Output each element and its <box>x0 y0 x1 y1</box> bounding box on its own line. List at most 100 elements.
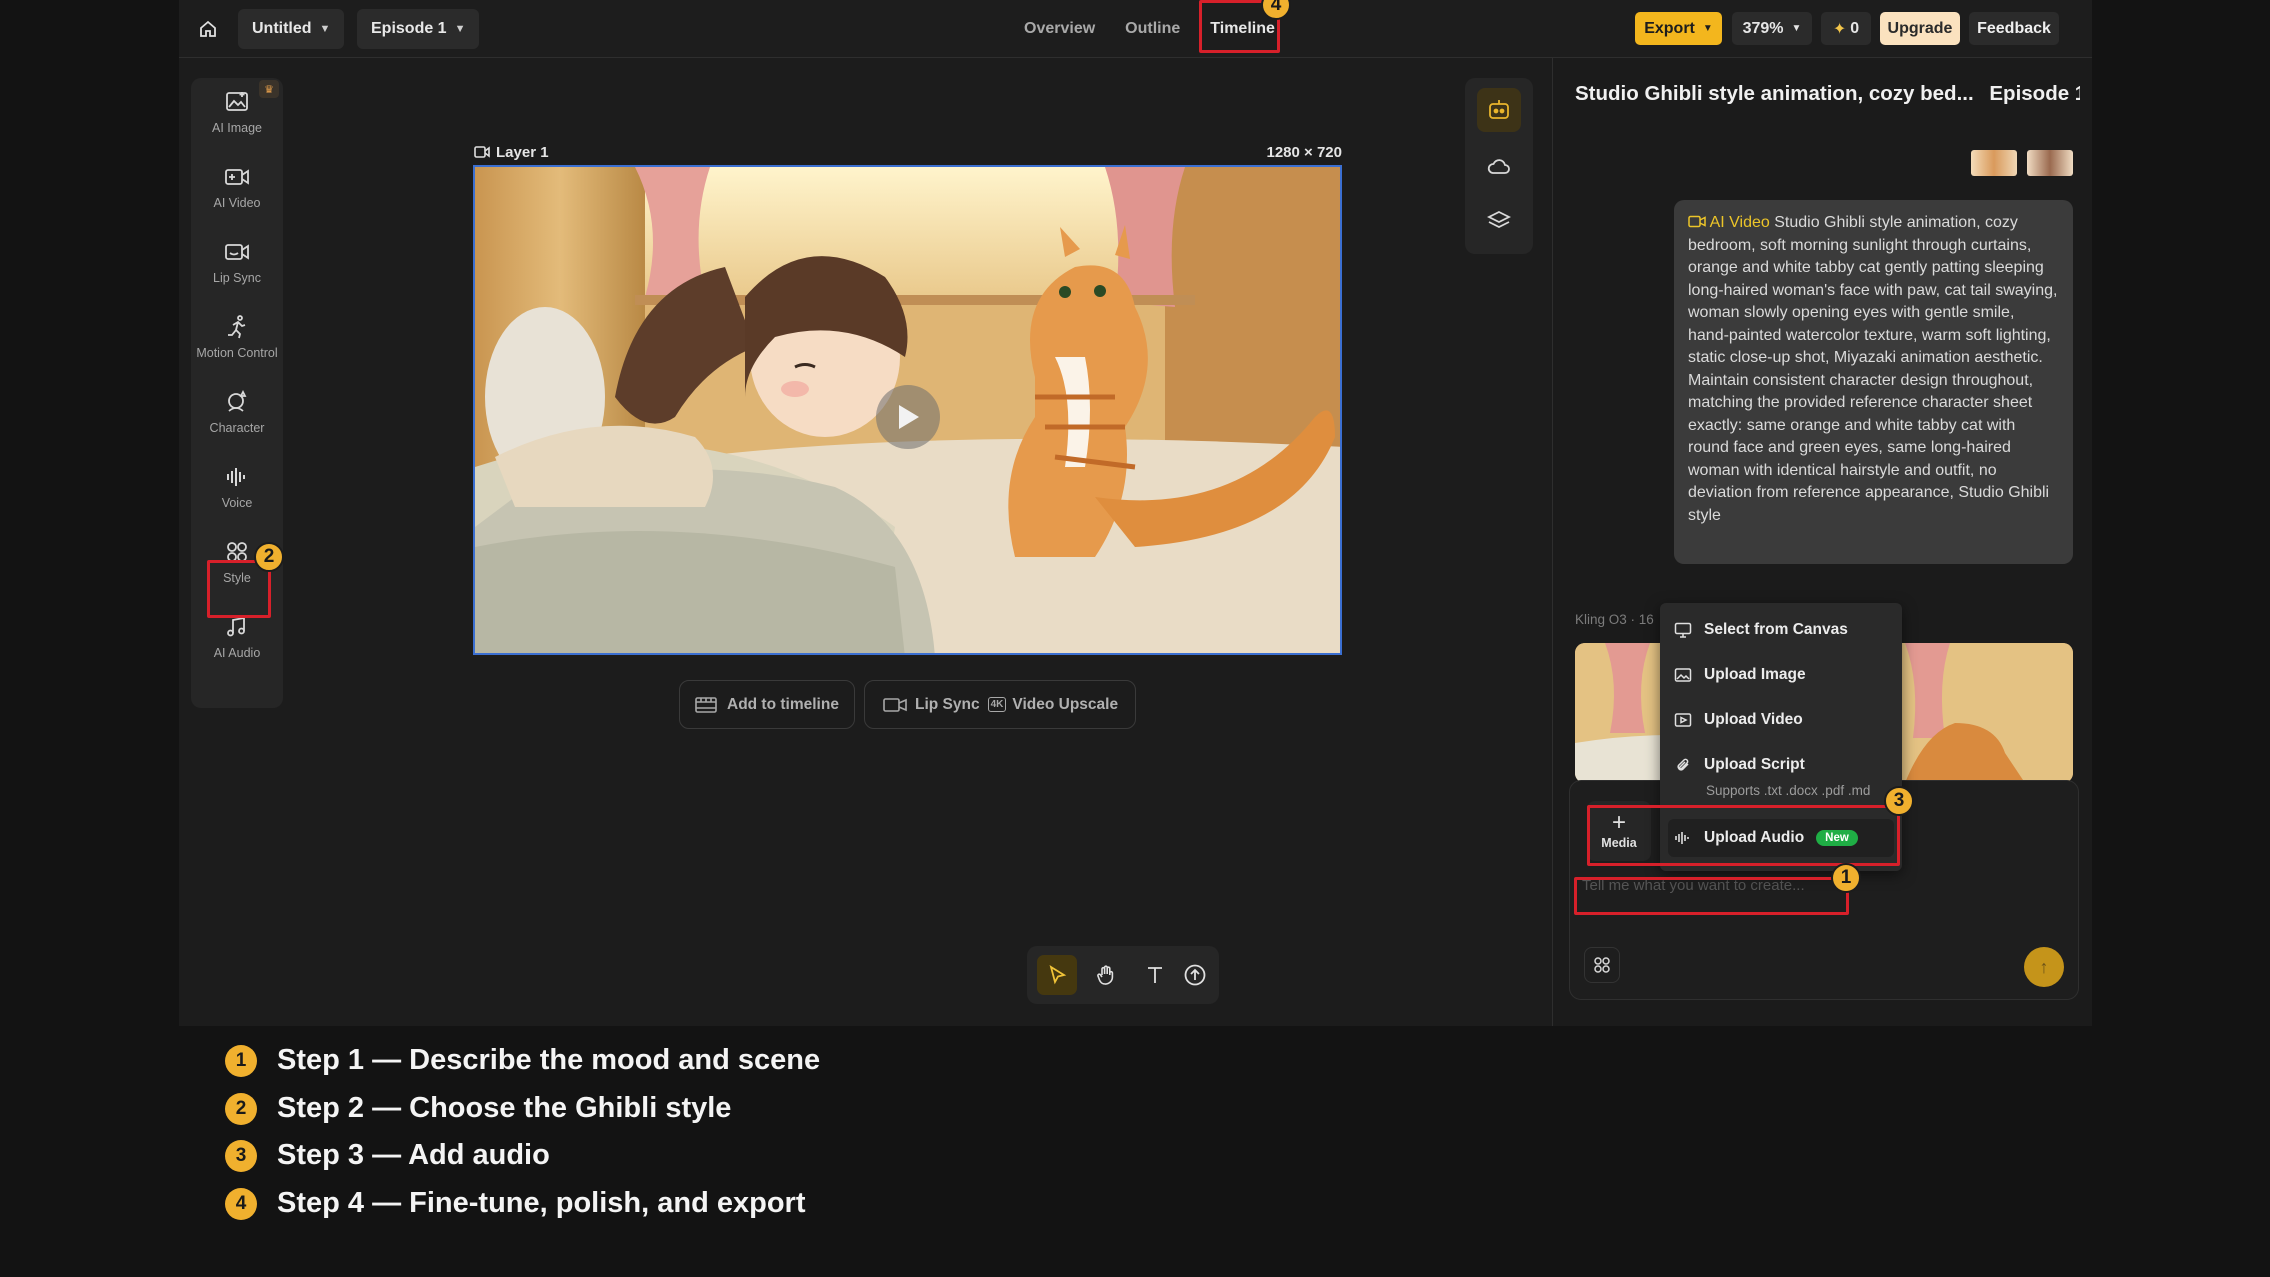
tool-label: Motion Control <box>196 346 278 360</box>
credits-button[interactable]: ✦ 0 <box>1821 12 1871 45</box>
tab-timeline[interactable]: Timeline <box>1195 20 1290 38</box>
audio-upload-icon <box>1675 832 1689 844</box>
tab-outline[interactable]: Outline <box>1110 20 1195 38</box>
cursor-icon <box>1049 965 1067 985</box>
menu-upload-audio[interactable]: Upload Audio New <box>1668 819 1894 857</box>
panel-title: Studio Ghibli style animation, cozy bed.… <box>1575 82 2080 106</box>
video-upscale-label: Video Upscale <box>1012 695 1119 713</box>
video-upscale-button[interactable]: 4K Video Upscale <box>987 695 1119 714</box>
upgrade-button[interactable]: Upgrade <box>1880 12 1960 45</box>
tool-label: AI Audio <box>213 646 261 660</box>
voice-icon <box>227 468 245 486</box>
panel-episode: Episode 1 <box>1989 82 2080 105</box>
tool-label: Voice <box>221 496 253 510</box>
tool-motion-control[interactable]: Motion Control <box>191 303 283 373</box>
cloud-button[interactable] <box>1477 144 1521 188</box>
tool-voice[interactable]: Voice <box>191 453 283 523</box>
play-icon <box>899 405 919 429</box>
lip-sync-button[interactable]: Lip Sync <box>883 696 980 714</box>
tool-ai-video[interactable]: AI Video <box>191 153 283 223</box>
zoom-dropdown[interactable]: 379% ▼ <box>1732 12 1812 45</box>
generation-meta: Kling O3 · 16 <box>1575 612 1654 627</box>
step-caption: 2 Step 2 — Choose the Ghibli style <box>225 1092 731 1125</box>
panel-title-text: Studio Ghibli style animation, cozy bed.… <box>1575 82 1974 105</box>
view-tabs: Overview Outline Timeline <box>1009 0 1290 58</box>
step-badge-3: 3 <box>1884 786 1914 816</box>
video-frame[interactable] <box>473 165 1342 655</box>
tool-label: Character <box>209 421 265 435</box>
hand-tool[interactable] <box>1086 955 1126 995</box>
tool-label: AI Image <box>211 121 263 135</box>
text-icon <box>1148 967 1162 983</box>
project-dropdown[interactable]: Untitled ▼ <box>238 9 345 49</box>
style-picker-button[interactable] <box>1584 947 1620 983</box>
hand-icon <box>1097 965 1114 985</box>
tab-overview[interactable]: Overview <box>1009 20 1110 38</box>
lip-sync-icon <box>225 244 249 260</box>
step-number: 4 <box>225 1187 257 1220</box>
tool-label: Lip Sync <box>213 271 261 285</box>
top-bar: Untitled ▼ Episode 1 ▼ Overview Outline … <box>179 0 2092 58</box>
tool-ai-audio[interactable]: AI Audio <box>191 603 283 673</box>
prompt-message: AI Video Studio Ghibli style animation, … <box>1674 200 2073 564</box>
layers-button[interactable] <box>1477 198 1521 242</box>
text-tool[interactable] <box>1135 955 1175 995</box>
video-upload-icon <box>1674 713 1692 727</box>
step-text: Step 4 — Fine-tune, polish, and export <box>277 1187 806 1219</box>
plus-icon: + <box>1611 808 1626 836</box>
tool-character[interactable]: Character <box>191 378 283 448</box>
add-to-timeline-button[interactable]: Add to timeline <box>679 680 855 729</box>
monitor-icon <box>1674 622 1692 638</box>
sparkle-icon: ✦ <box>1832 20 1847 38</box>
menu-upload-video[interactable]: Upload Video <box>1674 707 1803 733</box>
agent-button[interactable] <box>1477 88 1521 132</box>
feedback-button[interactable]: Feedback <box>1969 12 2059 45</box>
menu-item-label: Upload Script <box>1704 756 1805 773</box>
reference-thumbnail[interactable] <box>1971 150 2017 176</box>
menu-item-label: Upload Audio <box>1704 829 1805 846</box>
style-icon <box>227 542 247 562</box>
step-text: Step 3 — Add audio <box>277 1139 550 1171</box>
ai-audio-icon <box>227 616 245 637</box>
menu-select-from-canvas[interactable]: Select from Canvas <box>1674 617 1848 643</box>
tool-sidebar: ♛ AI Image AI Video Lip Sync Motion Cont… <box>191 78 283 708</box>
motion-control-icon <box>228 315 246 339</box>
ai-image-icon <box>226 92 248 111</box>
character-icon <box>228 389 247 412</box>
zoom-value: 379% <box>1742 19 1784 37</box>
home-icon[interactable] <box>193 14 223 44</box>
media-button[interactable]: + Media <box>1587 801 1651 861</box>
step-number: 3 <box>225 1139 257 1172</box>
robot-icon <box>1489 100 1509 119</box>
play-button[interactable] <box>876 385 940 449</box>
4k-icon: 4K <box>987 697 1007 712</box>
reference-thumbnail[interactable] <box>2027 150 2073 176</box>
layers-icon <box>1487 210 1511 229</box>
reference-thumbnails <box>1971 150 2073 176</box>
lip-sync-label: Lip Sync <box>915 695 980 713</box>
canvas-side-tools <box>1465 78 1533 254</box>
canvas-bottom-toolbar <box>1027 946 1219 1004</box>
select-tool[interactable] <box>1037 955 1077 995</box>
episode-dropdown[interactable]: Episode 1 ▼ <box>357 9 480 49</box>
ai-video-icon <box>1688 215 1706 228</box>
menu-upload-image[interactable]: Upload Image <box>1674 662 1806 688</box>
arrow-up-icon: ↑ <box>2039 956 2049 977</box>
menu-item-label: Select from Canvas <box>1704 621 1848 638</box>
upload-tool[interactable] <box>1175 955 1215 995</box>
tool-lip-sync[interactable]: Lip Sync <box>191 228 283 298</box>
cloud-icon <box>1487 159 1510 174</box>
style-icon <box>1594 957 1610 973</box>
send-button[interactable]: ↑ <box>2024 947 2064 987</box>
script-format-hint: Supports .txt .docx .pdf .md <box>1706 783 1871 798</box>
menu-upload-script[interactable]: Upload Script <box>1674 752 1805 778</box>
upload-circle-icon <box>1184 964 1206 986</box>
layer-header: Layer 1 1280 × 720 <box>474 142 1342 162</box>
prompt-input[interactable]: Tell me what you want to create... <box>1582 877 1852 894</box>
tool-ai-image[interactable]: AI Image <box>191 78 283 148</box>
tool-label: AI Video <box>213 196 261 210</box>
export-button[interactable]: Export ▼ <box>1635 12 1722 45</box>
step-text: Step 2 — Choose the Ghibli style <box>277 1092 732 1124</box>
paperclip-icon <box>1677 758 1689 771</box>
layer-name: Layer 1 <box>496 143 549 161</box>
